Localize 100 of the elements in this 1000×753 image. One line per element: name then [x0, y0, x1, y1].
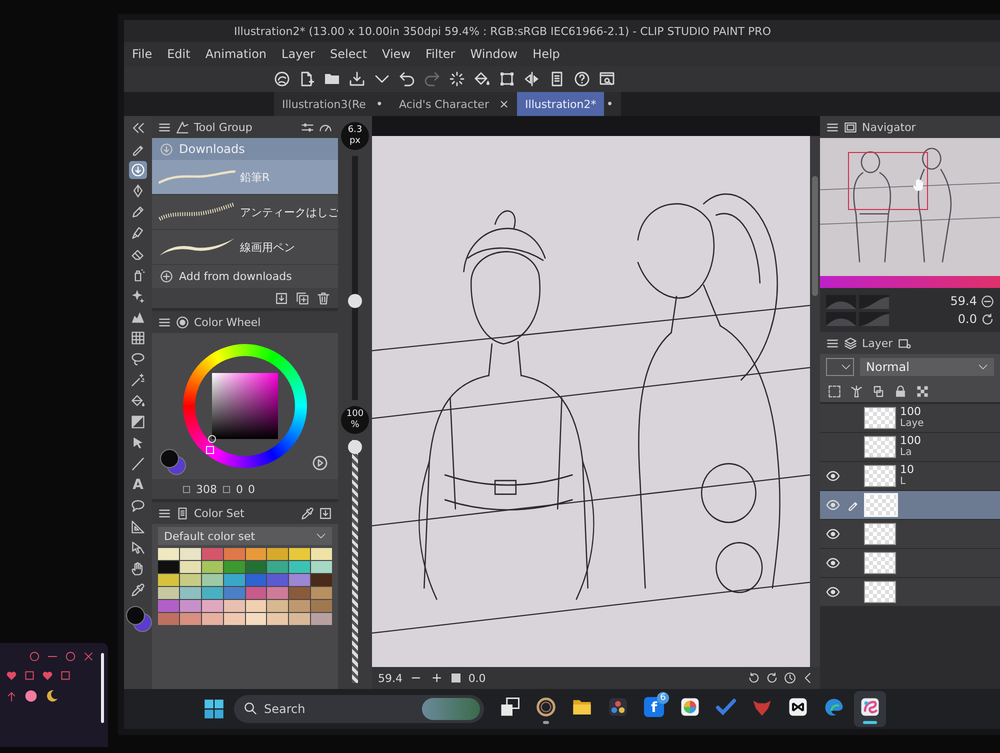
color-swatch[interactable] [289, 561, 310, 573]
slider-thumb[interactable] [348, 294, 362, 308]
color-swatch[interactable] [180, 548, 201, 560]
new-file-icon[interactable] [299, 71, 315, 87]
layer-row[interactable] [820, 578, 1000, 606]
blend-mode-dropdown[interactable]: Normal [860, 358, 994, 376]
color-swatch[interactable] [158, 561, 179, 573]
color-swatch[interactable] [311, 561, 332, 573]
speech-balloon-icon[interactable] [129, 497, 147, 515]
menu-item[interactable]: Animation [205, 47, 267, 61]
color-swatch[interactable] [180, 600, 201, 612]
viewport-frame[interactable] [848, 152, 928, 210]
gradient-icon[interactable] [129, 413, 147, 431]
trash-icon[interactable] [317, 292, 330, 304]
text-tool[interactable]: A [129, 476, 147, 494]
zoom-in-button[interactable]: + [429, 670, 444, 686]
start-icon[interactable] [204, 699, 224, 719]
lasso-icon[interactable] [129, 350, 147, 368]
tab-close-button[interactable]: × [496, 92, 518, 116]
color-swatch[interactable] [267, 561, 288, 573]
pointer-icon[interactable] [129, 539, 147, 557]
layer-row[interactable]: 100 La [820, 433, 1000, 461]
sparkle-icon[interactable] [129, 287, 147, 305]
filled-square-icon[interactable] [450, 672, 462, 684]
tower-icon[interactable] [850, 384, 863, 398]
color-swatch[interactable] [246, 600, 266, 612]
color-swatch[interactable] [311, 613, 332, 625]
layer-color-dropdown[interactable] [826, 358, 854, 376]
color-swatch[interactable] [158, 574, 179, 586]
color-swatch[interactable] [289, 587, 310, 599]
eye-icon[interactable] [826, 585, 840, 599]
color-swatch[interactable] [246, 561, 266, 573]
save-icon[interactable] [349, 71, 365, 87]
color-swatch[interactable] [202, 587, 223, 599]
grid-icon[interactable] [129, 329, 147, 347]
color-swatch[interactable] [267, 587, 288, 599]
layer-row[interactable] [820, 520, 1000, 548]
hue-marker-icon[interactable] [206, 446, 214, 454]
document-tab[interactable]: Illustration2* [517, 92, 604, 116]
color-swatch[interactable] [202, 574, 223, 586]
ruler-triangle-icon[interactable] [129, 518, 147, 536]
download-icon[interactable] [129, 161, 147, 179]
color-marker-icon[interactable] [208, 435, 216, 443]
color-swatch[interactable] [246, 574, 266, 586]
scrollbar-thumb[interactable] [812, 176, 818, 296]
menu-item[interactable]: File [132, 47, 152, 61]
arrow-up-icon[interactable] [6, 690, 17, 702]
sketch-drawing[interactable] [372, 136, 810, 667]
color-swatch[interactable] [224, 600, 244, 612]
rotate-left-icon[interactable] [748, 672, 760, 684]
layer-row[interactable]: 100 Laye [820, 404, 1000, 432]
document-tab[interactable]: Acid's Character [391, 92, 497, 116]
menu-icon[interactable] [826, 120, 839, 134]
eye-icon[interactable] [826, 556, 840, 570]
color-swatch[interactable] [289, 548, 310, 560]
heart-icon[interactable] [6, 670, 17, 681]
eyedropper-icon[interactable] [129, 581, 147, 599]
checker-icon[interactable] [916, 384, 929, 398]
document-tab[interactable]: Illustration3(Re [274, 92, 374, 116]
color-swatch[interactable] [224, 548, 244, 560]
zoom-out-button[interactable]: − [408, 670, 424, 686]
panel-tab[interactable]: Color Wheel [194, 316, 261, 328]
help-icon[interactable] [574, 71, 590, 87]
tab-close-button[interactable]: • [604, 92, 622, 116]
menu-item[interactable]: Layer [282, 47, 315, 61]
color-swatch[interactable] [158, 548, 179, 560]
sliders-icon[interactable] [301, 120, 314, 134]
color-swatch[interactable] [289, 600, 310, 612]
color-swatch[interactable] [224, 561, 244, 573]
menu-item[interactable]: Edit [167, 47, 190, 61]
scrollbar-thumb[interactable] [101, 653, 104, 723]
menu-item[interactable]: Window [470, 47, 518, 61]
dashed-square-icon[interactable] [828, 384, 841, 398]
color-swatch[interactable] [202, 613, 223, 625]
transform-icon[interactable] [499, 71, 515, 87]
menu-icon[interactable] [158, 120, 171, 134]
import-icon[interactable] [275, 292, 288, 304]
menu-item[interactable]: Select [330, 47, 368, 61]
color-swatch[interactable] [180, 574, 201, 586]
taskbar-button[interactable] [854, 691, 886, 727]
color-swatch[interactable] [311, 548, 332, 560]
color-swatch[interactable] [158, 600, 179, 612]
duplicate-icon[interactable] [296, 292, 309, 304]
menu-icon[interactable] [826, 336, 839, 350]
panel-tab[interactable]: Navigator [862, 120, 916, 134]
eye-icon[interactable] [826, 527, 840, 541]
zoom-out-icon[interactable] [981, 294, 994, 308]
line-icon[interactable] [129, 455, 147, 473]
color-swatch[interactable] [158, 613, 179, 625]
rotate-icon[interactable] [981, 312, 994, 326]
heart-icon[interactable] [42, 670, 53, 681]
menu-icon[interactable] [158, 506, 171, 520]
menu-item[interactable]: Help [532, 47, 560, 61]
rotate-right-icon[interactable] [766, 672, 778, 684]
ring-icon[interactable] [29, 651, 40, 662]
clock-icon[interactable] [784, 672, 796, 684]
color-swatch[interactable] [267, 548, 288, 560]
vertical-scrollbar[interactable] [810, 136, 820, 667]
color-swatch[interactable] [202, 548, 223, 560]
tablet-icon[interactable] [549, 71, 565, 87]
